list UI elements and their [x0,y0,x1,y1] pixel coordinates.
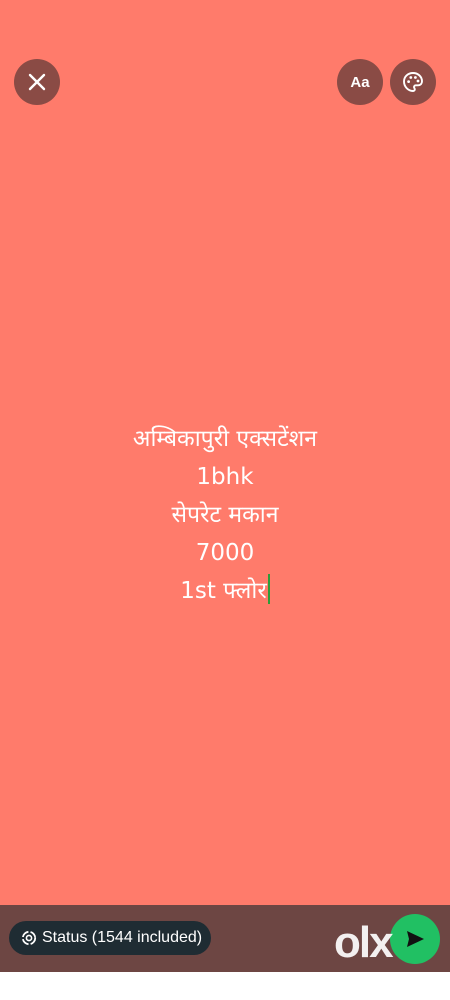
palette-icon [403,72,423,92]
send-button[interactable] [390,914,440,964]
status-ring-icon [21,930,37,946]
status-text-line: अम्बिकापुरी एक्सटेंशन [132,426,318,452]
status-text-line: 7000 [195,540,255,566]
status-audience-chip[interactable]: Status (1544 included) [9,921,211,955]
status-text-line: सेपरेट मकान [171,502,279,528]
close-icon [28,73,46,91]
send-icon [407,931,424,947]
system-nav-strip [0,972,450,1000]
status-audience-label: Status (1544 included) [42,929,203,946]
status-text-editor[interactable]: अम्बिकापुरी एक्सटेंशन 1bhk सेपरेट मकान 7… [0,420,450,610]
color-palette-button[interactable] [390,59,436,105]
font-style-button[interactable]: Aa [337,59,383,105]
font-style-label: Aa [350,73,370,91]
text-caret [267,574,270,604]
close-button[interactable] [14,59,60,105]
olx-watermark: olx [334,918,394,967]
status-text-last-line: 1st फ्लोर [0,572,450,610]
status-text-line: 1bhk [196,464,254,490]
status-text-line: 1st फ्लोर [180,578,267,604]
